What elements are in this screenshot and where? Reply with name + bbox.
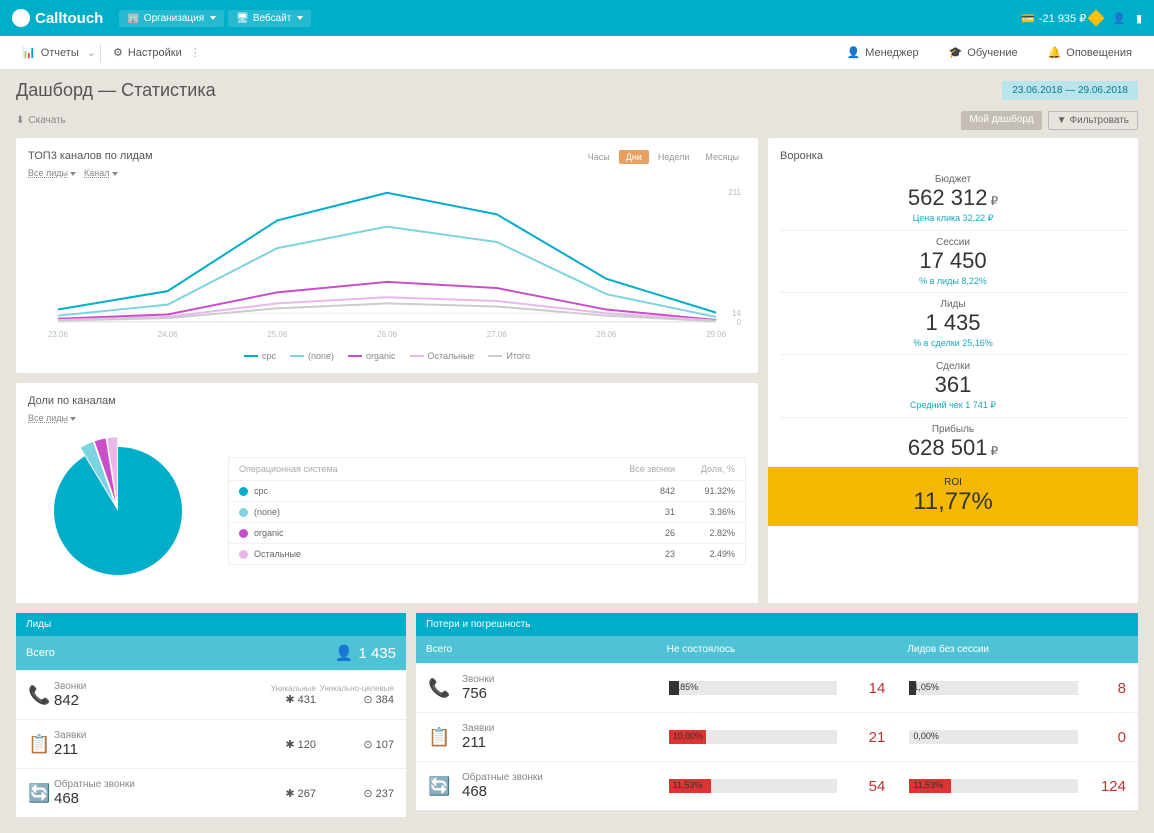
nav-alerts[interactable]: 🔔 Оповещения — [1040, 46, 1140, 59]
my-dashboard-button[interactable]: Мой дашборд — [961, 111, 1041, 130]
leads-row-callback: 🔄 Обратные звонки468 ✱ 267 ⊙ 237 — [16, 768, 406, 817]
navbar: 📊 Отчеты ⌄ ⚙ Настройки ⋮ 👤 Менеджер 🎓 Об… — [0, 36, 1154, 70]
losses-row-phone: 📞 Звонки756 1,85% 14 1,05% 8 — [416, 663, 1138, 712]
breadcrumb-site[interactable]: 🖥 Вебсайт — [228, 10, 311, 27]
phone-icon: 📞 — [428, 678, 454, 699]
funnel-step-Сделки: Сделки 361 Средний чек 1 741 ₽ — [780, 354, 1126, 417]
losses-col-nosession: Лидов без сессии — [897, 636, 1138, 663]
brand-name: Calltouch — [35, 10, 103, 27]
leads-row-phone: 📞 Звонки842 Уникальные✱ 431 Уникально-це… — [16, 670, 406, 719]
nav-settings[interactable]: ⚙ Настройки — [105, 46, 190, 59]
svg-text:24.06: 24.06 — [158, 330, 179, 339]
breadcrumb-org[interactable]: 🏢 Организация — [119, 10, 224, 27]
pie-chart — [28, 431, 208, 591]
callback-icon: 🔄 — [28, 783, 54, 804]
svg-text:29.06: 29.06 — [706, 330, 727, 339]
form-icon: 📋 — [428, 727, 454, 748]
nav-manager[interactable]: 👤 Менеджер — [839, 46, 927, 59]
svg-text:211: 211 — [728, 188, 741, 197]
diamond-icon — [1088, 10, 1105, 27]
page-subheader: ⬇ Скачать Мой дашборд ▼Фильтровать — [0, 111, 1154, 138]
leads-title: Лиды — [16, 613, 406, 636]
th-share: Доля, % — [675, 464, 735, 474]
roi-box: ROI 11,77% — [768, 467, 1138, 526]
time-tab-Часы[interactable]: Часы — [581, 150, 617, 164]
legend-Итого[interactable]: Итого — [488, 351, 530, 361]
page-header: Дашборд — Статистика 23.06.2018 — 29.06.… — [0, 70, 1154, 111]
funnel-title: Воронка — [780, 150, 1126, 162]
losses-col-missed: Не состоялось — [657, 636, 898, 663]
line-chart: 21114023.0624.0625.0626.0627.0628.0629.0… — [28, 182, 746, 342]
shares-filter[interactable]: Все лиды — [28, 413, 76, 423]
legend-cpc[interactable]: cpc — [244, 351, 276, 361]
leads-total: 1 435 — [358, 645, 396, 662]
panel-funnel: Воронка Бюджет 562 312₽ Цена клика 32,22… — [768, 138, 1138, 603]
svg-text:27.06: 27.06 — [487, 330, 508, 339]
leads-total-label: Всего — [26, 647, 55, 659]
svg-text:26.06: 26.06 — [377, 330, 398, 339]
funnel-step-Бюджет: Бюджет 562 312₽ Цена клика 32,22 ₽ — [780, 168, 1126, 230]
top-channels-title: ТОП3 каналов по лидам — [28, 150, 153, 162]
nav-training[interactable]: 🎓 Обучение — [941, 46, 1026, 59]
legend-Остальные[interactable]: Остальные — [410, 351, 475, 361]
form-icon: 📋 — [28, 734, 54, 755]
download-link[interactable]: ⬇ Скачать — [16, 115, 66, 126]
legend-organic[interactable]: organic — [348, 351, 396, 361]
user-icon[interactable]: 👤 — [1112, 12, 1126, 25]
filter-all-leads[interactable]: Все лиды — [28, 168, 76, 178]
filter-button[interactable]: ▼Фильтровать — [1048, 111, 1138, 130]
share-row-(none)[interactable]: (none) 313.36% — [229, 501, 745, 522]
topbar: Calltouch 🏢 Организация 🖥 Вебсайт 💳 -21 … — [0, 0, 1154, 36]
svg-text:0: 0 — [737, 318, 742, 327]
th-calls: Все звонки — [615, 464, 675, 474]
panel-leads: Лиды Всего 👤1 435 📞 Звонки842 Уникальные… — [16, 613, 406, 817]
th-system: Операционная система — [239, 464, 615, 474]
breadcrumb: 🏢 Организация 🖥 Вебсайт — [119, 10, 311, 27]
panel-losses: Потери и погрешность Всего Не состоялось… — [416, 613, 1138, 817]
legend-(none)[interactable]: (none) — [290, 351, 334, 361]
losses-row-callback: 🔄 Обратные звонки468 11,53% 54 11,53% 12… — [416, 761, 1138, 810]
svg-text:23.06: 23.06 — [48, 330, 69, 339]
topbar-right: 💳 -21 935 ₽ 👤 ▮ — [1021, 12, 1142, 25]
losses-row-form: 📋 Заявки211 10,00% 21 0,00% 0 — [416, 712, 1138, 761]
shares-table: Операционная система Все звонки Доля, % … — [228, 457, 746, 565]
losses-col-total: Всего — [416, 636, 657, 663]
balance[interactable]: 💳 -21 935 ₽ — [1021, 12, 1102, 25]
logo-icon — [12, 9, 30, 27]
share-row-Остальные[interactable]: Остальные 232.49% — [229, 543, 745, 564]
share-row-cpc[interactable]: cpc 84291.32% — [229, 480, 745, 501]
chevron-down-icon[interactable]: ⌄ — [87, 46, 96, 59]
panel-shares: Доли по каналам Все лиды Операционная си… — [16, 383, 758, 603]
nav-reports[interactable]: 📊 Отчеты — [14, 46, 87, 59]
time-tabs: ЧасыДниНеделиМесяцы — [581, 150, 746, 164]
share-row-organic[interactable]: organic 262.82% — [229, 522, 745, 543]
funnel-step-Лиды: Лиды 1 435 % в сделки 25,16% — [780, 292, 1126, 354]
filter-channel[interactable]: Канал — [84, 168, 117, 178]
menu-icon[interactable]: ▮ — [1136, 12, 1142, 25]
panel-top-channels: ТОП3 каналов по лидам Все лиды Канал Час… — [16, 138, 758, 373]
svg-text:28.06: 28.06 — [596, 330, 617, 339]
time-tab-Недели[interactable]: Недели — [651, 150, 697, 164]
funnel-icon: ▼ — [1057, 115, 1067, 126]
chart-legend: cpc (none) organic Остальные Итого — [28, 351, 746, 361]
roi-value: 11,77% — [768, 488, 1138, 516]
page-title: Дашборд — Статистика — [16, 80, 216, 101]
shares-title: Доли по каналам — [28, 395, 746, 407]
funnel-step-Прибыль: Прибыль 628 501₽ — [780, 417, 1126, 467]
time-tab-Месяцы[interactable]: Месяцы — [698, 150, 746, 164]
roi-label: ROI — [768, 477, 1138, 488]
time-tab-Дни[interactable]: Дни — [619, 150, 649, 164]
logo[interactable]: Calltouch — [12, 9, 103, 27]
leads-total-row: Всего 👤1 435 — [16, 636, 406, 670]
funnel-step-Сессии: Сессии 17 450 % в лиды 8,22% — [780, 230, 1126, 292]
date-range[interactable]: 23.06.2018 — 29.06.2018 — [1002, 81, 1138, 100]
losses-title: Потери и погрешность — [416, 613, 1138, 636]
callback-icon: 🔄 — [428, 776, 454, 797]
kebab-icon[interactable]: ⋮ — [190, 46, 201, 59]
phone-icon: 📞 — [28, 685, 54, 706]
person-icon: 👤 — [335, 644, 354, 662]
svg-text:25.06: 25.06 — [267, 330, 288, 339]
